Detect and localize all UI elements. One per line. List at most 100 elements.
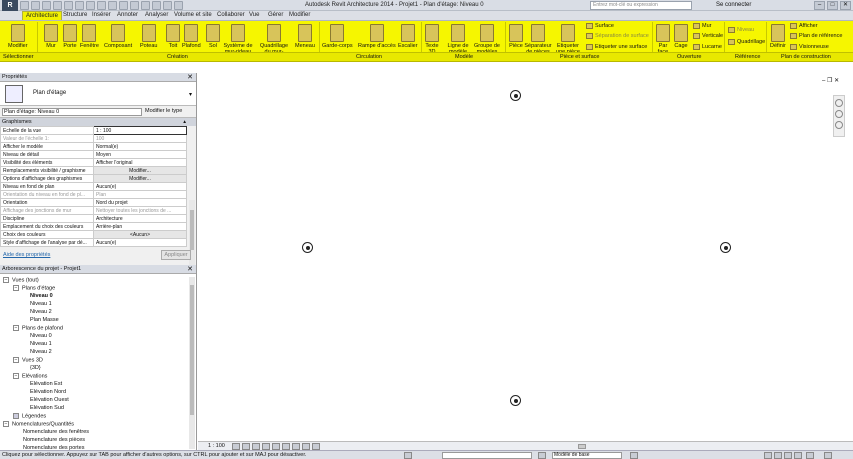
ramp-button[interactable]: Rampe d'accès [358, 21, 396, 49]
filter-icon[interactable] [630, 452, 638, 459]
collapse-toggle-icon[interactable]: − [13, 373, 19, 379]
show-work-plane-button[interactable]: Afficher [790, 23, 818, 29]
modify-button[interactable]: Modifier [8, 21, 28, 49]
sign-in-link[interactable]: Se connecter [716, 2, 751, 8]
elevation-marker-west[interactable] [302, 242, 313, 253]
restore-icon[interactable]: ❐ [827, 78, 832, 84]
tree-item[interactable]: Elévation Nord [30, 389, 66, 395]
print-icon[interactable] [75, 1, 84, 10]
property-value[interactable]: Plan [93, 190, 187, 199]
search-input[interactable]: Entrez mot-clé ou expression [590, 1, 692, 10]
panel-select[interactable]: Sélectionner [3, 54, 34, 60]
drawing-area[interactable] [198, 73, 853, 440]
tab-gerer[interactable]: Gérer [268, 12, 283, 18]
browser-scrollbar[interactable] [189, 277, 195, 449]
tab-annoter[interactable]: Annoter [117, 12, 138, 18]
steering-wheel-icon[interactable] [835, 99, 843, 107]
property-value[interactable]: 1 : 100 [93, 126, 187, 135]
sun-path-icon[interactable] [252, 443, 260, 450]
shadows-icon[interactable] [262, 443, 270, 450]
scroll-thumb[interactable] [190, 285, 194, 415]
redo-icon[interactable] [64, 1, 73, 10]
text-icon[interactable] [119, 1, 128, 10]
model-line-button[interactable]: Ligne de modèle [446, 21, 470, 55]
scroll-thumb[interactable] [190, 210, 194, 250]
ceiling-button[interactable]: Plafond [182, 21, 201, 49]
tree-item[interactable]: − Plans d'étage [13, 285, 55, 291]
area-boundary-button[interactable]: Séparation de surface [586, 33, 649, 39]
viewer-button[interactable]: Visionneuse [790, 44, 829, 50]
collapse-toggle-icon[interactable]: − [13, 325, 19, 331]
close-hidden-icon[interactable] [163, 1, 172, 10]
minimize-icon[interactable]: – [822, 78, 825, 84]
3d-view-icon[interactable] [130, 1, 139, 10]
wall-button[interactable]: Mur [44, 21, 58, 49]
wall-opening-button[interactable]: Mur [693, 23, 711, 29]
tree-item[interactable]: Niveau 2 [30, 349, 52, 355]
area-button[interactable]: Surface [586, 23, 614, 29]
maximize-icon[interactable]: □ [827, 1, 838, 10]
tree-item[interactable]: Niveau 1 [30, 301, 52, 307]
collapse-toggle-icon[interactable]: − [3, 277, 9, 283]
apply-button[interactable]: Appliquer [161, 250, 191, 260]
property-edit-button[interactable]: <Aucun> [93, 230, 187, 239]
visual-style-icon[interactable] [242, 443, 250, 450]
property-value[interactable]: Normal(e) [93, 142, 187, 151]
tree-item[interactable]: − Plans de plafond [13, 325, 63, 331]
measure-icon[interactable] [86, 1, 95, 10]
dimension-icon[interactable] [97, 1, 106, 10]
properties-help-link[interactable]: Aide des propriétés [3, 252, 50, 258]
sync-icon[interactable] [42, 1, 51, 10]
tree-item[interactable]: − Elévations [13, 373, 47, 379]
tree-item[interactable]: Nomenclature des pièces [23, 437, 85, 443]
group-header[interactable]: Graphismes ▴ [0, 118, 196, 126]
grid-button[interactable]: Quadrillage [728, 39, 765, 45]
property-value[interactable]: 100 [93, 134, 187, 143]
select-underlay-icon[interactable] [774, 452, 782, 459]
ref-plane-button[interactable]: Plan de référence [790, 33, 842, 39]
undo-icon[interactable] [53, 1, 62, 10]
dormer-button[interactable]: Lucarne [693, 44, 722, 50]
thin-lines-icon[interactable] [152, 1, 161, 10]
analytical-model-icon[interactable] [312, 443, 320, 450]
tree-item[interactable]: Elévation Sud [30, 405, 64, 411]
set-work-plane-button[interactable]: Définir [770, 21, 786, 49]
tree-item[interactable]: Nomenclature des fenêtres [23, 429, 89, 435]
select-pinned-icon[interactable] [784, 452, 792, 459]
type-selector[interactable]: Plan d'étage ▾ [0, 82, 196, 106]
elevation-marker-south[interactable] [510, 395, 521, 406]
property-value[interactable]: Arrière-plan [93, 222, 187, 231]
collapse-toggle-icon[interactable]: − [13, 357, 19, 363]
stair-button[interactable]: Escalier [398, 21, 418, 49]
tab-structure[interactable]: Structure [63, 12, 87, 18]
tab-inserer[interactable]: Insérer [92, 12, 111, 18]
reveal-hidden-icon[interactable] [302, 443, 310, 450]
railing-button[interactable]: Garde-corps [322, 21, 353, 49]
tree-item[interactable]: Légendes [13, 413, 46, 419]
crop-view-icon[interactable] [272, 443, 280, 450]
property-value[interactable]: Afficher l'original [93, 158, 187, 167]
horizontal-scroll-thumb[interactable] [578, 444, 586, 449]
tree-item[interactable]: Elévation Ouest [30, 397, 69, 403]
application-menu-button[interactable]: R [2, 0, 18, 11]
property-value[interactable]: Aucun(e) [93, 238, 187, 247]
save-icon[interactable] [31, 1, 40, 10]
view-scale[interactable]: 1 : 100 [208, 443, 225, 449]
tab-volume-et-site[interactable]: Volume et site [174, 12, 212, 18]
tab-vue[interactable]: Vue [249, 12, 259, 18]
model-group-button[interactable]: Groupe de modèles [474, 21, 500, 55]
tag-area-button[interactable]: Etiqueter une surface [586, 44, 647, 50]
property-value[interactable]: Moyen [93, 150, 187, 159]
component-button[interactable]: Composant [104, 21, 132, 49]
panel-room-area[interactable]: Pièce et surface [560, 54, 599, 60]
elevation-marker-north[interactable] [510, 90, 521, 101]
collapse-toggle-icon[interactable]: − [3, 421, 9, 427]
tag-icon[interactable] [108, 1, 117, 10]
filter-count-icon[interactable] [824, 452, 832, 459]
select-links-icon[interactable] [764, 452, 772, 459]
model-text-button[interactable]: Texte 3D [425, 21, 439, 55]
floor-button[interactable]: Sol [206, 21, 220, 49]
property-value[interactable]: Nettoyer toutes les jonctions de ... [93, 206, 187, 215]
close-icon[interactable]: ✕ [187, 265, 193, 274]
tab-modifier[interactable]: Modifier [289, 12, 310, 18]
